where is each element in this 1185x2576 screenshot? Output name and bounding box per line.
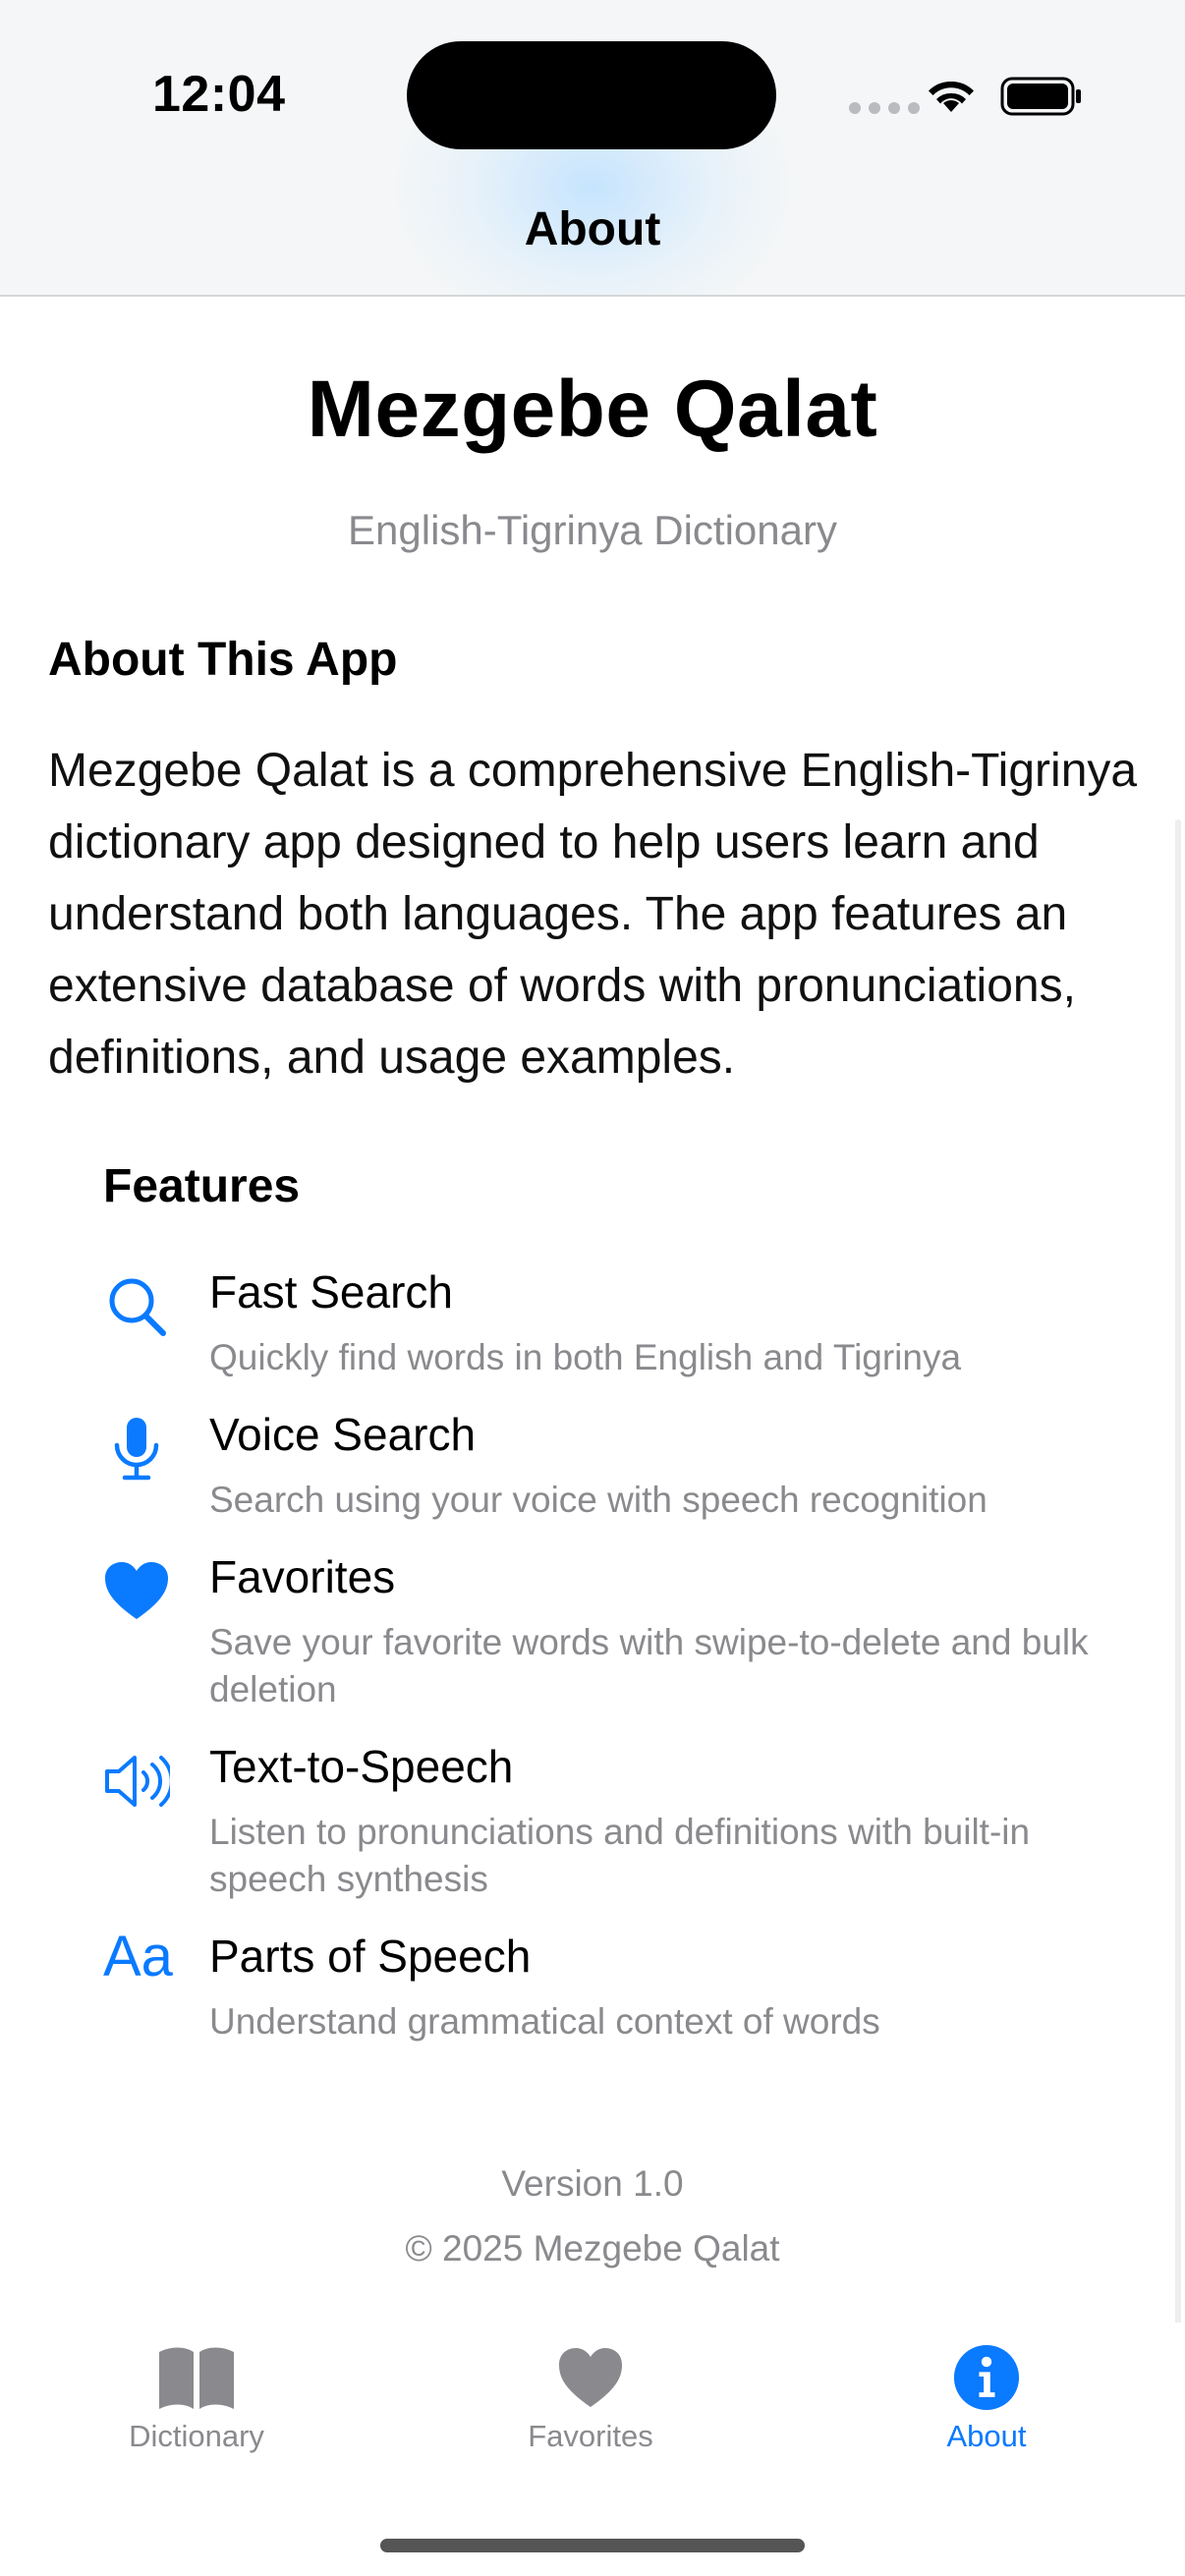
feature-title: Fast Search — [209, 1266, 453, 1317]
feature-description: Quickly find words in both English and T… — [209, 1337, 962, 1377]
feature-description: Understand grammatical context of words — [209, 2001, 880, 2042]
tab-label: Favorites — [528, 2419, 653, 2453]
features-heading: Features — [103, 1160, 301, 1212]
tab-dictionary[interactable]: Dictionary — [49, 2344, 344, 2482]
feature-description: Listen to pronunciations and definitions… — [209, 1812, 1031, 1899]
text-format-icon: Aa — [103, 1925, 173, 1988]
copyright-label: © 2025 Mezgebe Qalat — [405, 2228, 780, 2268]
status-time: 12:04 — [152, 66, 286, 123]
wifi-icon — [929, 81, 974, 112]
navigation-header: 12:04 About — [0, 0, 1185, 297]
tab-label: Dictionary — [129, 2419, 264, 2453]
tab-about[interactable]: About — [839, 2344, 1134, 2482]
app-title: Mezgebe Qalat — [307, 364, 878, 454]
scroll-indicator[interactable] — [1175, 819, 1181, 2576]
feature-title: Parts of Speech — [209, 1931, 532, 1982]
microphone-icon — [114, 1418, 159, 1481]
tab-label: About — [946, 2419, 1027, 2453]
feature-title: Text-to-Speech — [209, 1741, 514, 1792]
home-indicator[interactable] — [380, 2539, 805, 2552]
about-heading: About This App — [48, 634, 398, 686]
feature-description: Search using your voice with speech reco… — [209, 1480, 988, 1520]
tab-favorites[interactable]: Favorites — [443, 2344, 738, 2482]
feature-title: Favorites — [209, 1551, 396, 1602]
info-circle-icon — [953, 2344, 1020, 2411]
speaker-wave-icon — [105, 1756, 170, 1807]
heart-icon — [559, 2348, 622, 2407]
app-subtitle: English-Tigrinya Dictionary — [348, 507, 837, 553]
version-label: Version 1.0 — [501, 2163, 684, 2204]
about-screen: 12:04 About Mezgebe Qalat English-Tigrin… — [0, 0, 1185, 2576]
page-title: About — [524, 203, 661, 255]
battery-icon — [1000, 77, 1081, 116]
book-icon — [159, 2347, 234, 2409]
about-content[interactable]: Mezgebe Qalat English-Tigrinya Dictionar… — [0, 299, 1185, 2576]
about-description: Mezgebe Qalat is a comprehensive English… — [48, 745, 1138, 1084]
cellular-signal-icon — [849, 102, 920, 114]
dynamic-island — [407, 41, 776, 149]
feature-title: Voice Search — [209, 1409, 477, 1460]
heart-icon — [105, 1562, 168, 1619]
feature-description: Save your favorite words with swipe-to-d… — [209, 1622, 1089, 1709]
magnifying-glass-icon — [109, 1278, 166, 1336]
